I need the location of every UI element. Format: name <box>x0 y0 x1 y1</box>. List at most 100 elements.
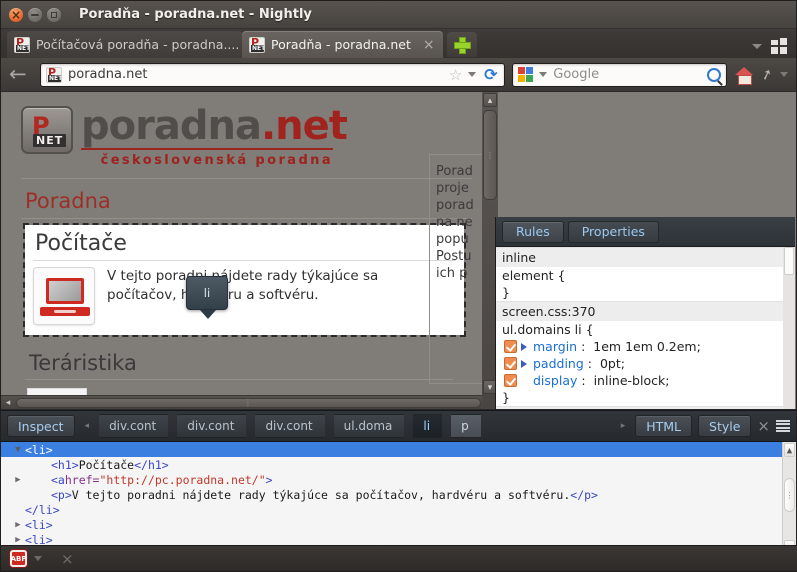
laptop-icon <box>33 267 95 325</box>
scrollbar-thumb[interactable]: ⋮ <box>483 110 497 200</box>
markup-row[interactable]: </li> <box>1 502 796 517</box>
page-section: Poradna Počítače V tejto poradni nájdete <box>21 178 472 396</box>
rule-property[interactable]: margin: 1em 1em 0.2em; <box>496 338 795 355</box>
url-text[interactable]: poradna.net <box>68 67 443 82</box>
inspect-button[interactable]: Inspect <box>7 415 75 437</box>
scroll-up-arrow-icon[interactable]: ▲ <box>784 443 795 457</box>
breadcrumb-item-div-content-1[interactable]: div.cont <box>99 414 169 438</box>
property-expand-icon[interactable] <box>521 359 529 368</box>
markup-view[interactable]: ▼ <li> <h1> Počítače </h1> ▶ <a href= "http://p… <box>1 442 796 555</box>
site-title: poradna.net <box>81 103 348 149</box>
property-value[interactable]: 1em 1em 0.2em; <box>593 339 701 354</box>
toolbar-overflow-chevron-down-icon[interactable] <box>780 72 788 77</box>
site-logo[interactable]: P NET poradna.net československá poradna <box>13 100 482 178</box>
style-panel-label: Style <box>709 418 741 434</box>
scrollbar-thumb[interactable] <box>784 247 794 275</box>
breadcrumb-label: p <box>461 419 469 433</box>
tab-poradna[interactable]: Poradňa - poradna.net × <box>242 31 443 58</box>
laptop-screen-shape <box>46 278 84 304</box>
markup-scrollbar[interactable]: ▲ ⋮ ▼ <box>782 442 796 555</box>
rule-property[interactable]: padding: 0pt; <box>496 355 795 372</box>
breadcrumb-scroll-right-icon[interactable]: ▸ <box>617 421 630 431</box>
highlighted-list-item[interactable]: Počítače V tejto poradni nájdete rady tý… <box>23 223 466 337</box>
back-button[interactable] <box>9 65 33 85</box>
chevron-right-icon[interactable]: ▶ <box>11 535 25 545</box>
tab-rules[interactable]: Rules <box>502 220 564 243</box>
breadcrumb-item-div-content-3[interactable]: div.cont <box>255 414 325 438</box>
site-title-tld: .net <box>260 103 348 149</box>
inspector-infobar-tag: li <box>203 286 211 300</box>
close-icon[interactable]: × <box>61 550 74 568</box>
reload-icon[interactable]: ⟳ <box>482 66 499 83</box>
scrollbar-thumb[interactable]: ⋮ <box>784 478 795 512</box>
style-panel-button[interactable]: Style <box>698 415 752 437</box>
tab-pocitacova-poradna[interactable]: Počítačová poradňa - poradna.... × <box>7 31 242 58</box>
sidebar-scrollbar[interactable] <box>783 247 795 409</box>
scroll-left-arrow-icon[interactable]: ◂ <box>1 398 15 408</box>
markup-token: href= <box>64 472 100 487</box>
search-icon[interactable] <box>707 67 722 82</box>
close-icon[interactable]: × <box>423 37 435 53</box>
laptop-base-shape <box>40 307 90 316</box>
breadcrumb-label: div.cont <box>109 419 157 433</box>
property-value[interactable]: 0pt; <box>600 356 625 371</box>
markup-row[interactable]: ▼ <li> <box>1 442 796 457</box>
engine-chevron-down-icon[interactable] <box>539 72 548 77</box>
html-panel-label: HTML <box>646 418 682 434</box>
adblock-chevron-down-icon[interactable] <box>34 556 42 561</box>
property-enabled-checkbox[interactable] <box>504 340 517 353</box>
poradna-key-icon: P NET <box>21 106 73 154</box>
property-enabled-checkbox[interactable] <box>504 357 517 370</box>
bookmark-star-icon[interactable]: ☆ <box>449 66 462 84</box>
rule-property[interactable]: display: inline-block; <box>496 372 795 389</box>
home-icon[interactable] <box>734 66 754 85</box>
property-expand-placeholder-icon <box>521 377 529 385</box>
page-horizontal-scrollbar[interactable]: ◂ ⋮ <box>1 395 482 409</box>
property-enabled-checkbox[interactable] <box>504 374 517 387</box>
right-line: Postu <box>436 249 472 264</box>
html-panel-button[interactable]: HTML <box>635 415 693 437</box>
breadcrumb-item-p[interactable]: p <box>451 414 481 438</box>
scroll-up-arrow-icon[interactable]: ▴ <box>483 93 497 107</box>
breadcrumb-label: div.cont <box>187 419 235 433</box>
url-bar[interactable]: poradna.net ☆ ⟳ <box>40 62 506 87</box>
markup-row[interactable]: <p> V tejto poradni nájdete rady týkajúce… <box>1 487 796 502</box>
new-tab-button[interactable] <box>446 32 477 57</box>
breadcrumb-item-div-content-2[interactable]: div.cont <box>177 414 247 438</box>
property-expand-icon[interactable] <box>521 342 529 351</box>
breadcrumb-item-ul-domains[interactable]: ul.doma <box>333 414 405 438</box>
close-window-button[interactable] <box>9 7 23 22</box>
window-title: Poradňa - poradna.net - Nightly <box>79 7 312 22</box>
property-name: display <box>533 373 578 388</box>
markup-row[interactable]: <h1> Počítače </h1> <box>1 457 796 472</box>
app-grid-icon[interactable] <box>771 38 787 54</box>
breadcrumb-item-li[interactable]: li <box>413 414 443 438</box>
tab-properties[interactable]: Properties <box>567 220 659 243</box>
tab-list-chevron-down-icon[interactable] <box>752 43 762 49</box>
logo-letters-net: NET <box>33 134 67 147</box>
eyedropper-icon[interactable]: ➚ <box>759 65 775 84</box>
divider <box>25 379 454 380</box>
chevron-down-icon[interactable]: ▼ <box>11 445 25 455</box>
bookmark-chevron-down-icon[interactable] <box>468 72 477 77</box>
breadcrumb-scroll-left-icon[interactable]: ◂ <box>81 421 94 431</box>
markup-token: V tejto poradni nájdete rady týkajúce sa… <box>71 487 571 502</box>
chevron-right-icon[interactable]: ▶ <box>11 475 25 485</box>
maximize-window-button[interactable] <box>47 7 61 22</box>
markup-row[interactable]: ▶ <a href= "http://pc.poradna.net/" > <box>1 472 796 487</box>
adblock-plus-icon[interactable]: ABP <box>10 550 27 567</box>
rules-list[interactable]: inline element { } screen.css:370 ul.dom… <box>496 247 795 409</box>
markup-row[interactable]: ▶<li> <box>1 517 796 532</box>
close-devtools-icon[interactable]: × <box>757 417 770 435</box>
right-line: porad <box>436 198 474 213</box>
minimize-window-button[interactable] <box>28 7 42 22</box>
search-input[interactable]: Google <box>553 67 701 82</box>
chevron-right-icon[interactable]: ▶ <box>11 520 25 530</box>
site-favicon-icon <box>249 36 265 53</box>
property-value[interactable]: inline-block; <box>594 373 670 388</box>
search-bar[interactable]: Google <box>512 62 728 87</box>
right-line: na ne <box>436 215 473 230</box>
menu-icon[interactable] <box>776 420 790 432</box>
scrollbar-thumb[interactable]: ⋮ <box>16 397 481 408</box>
inspector-infobar: li <box>186 276 228 319</box>
